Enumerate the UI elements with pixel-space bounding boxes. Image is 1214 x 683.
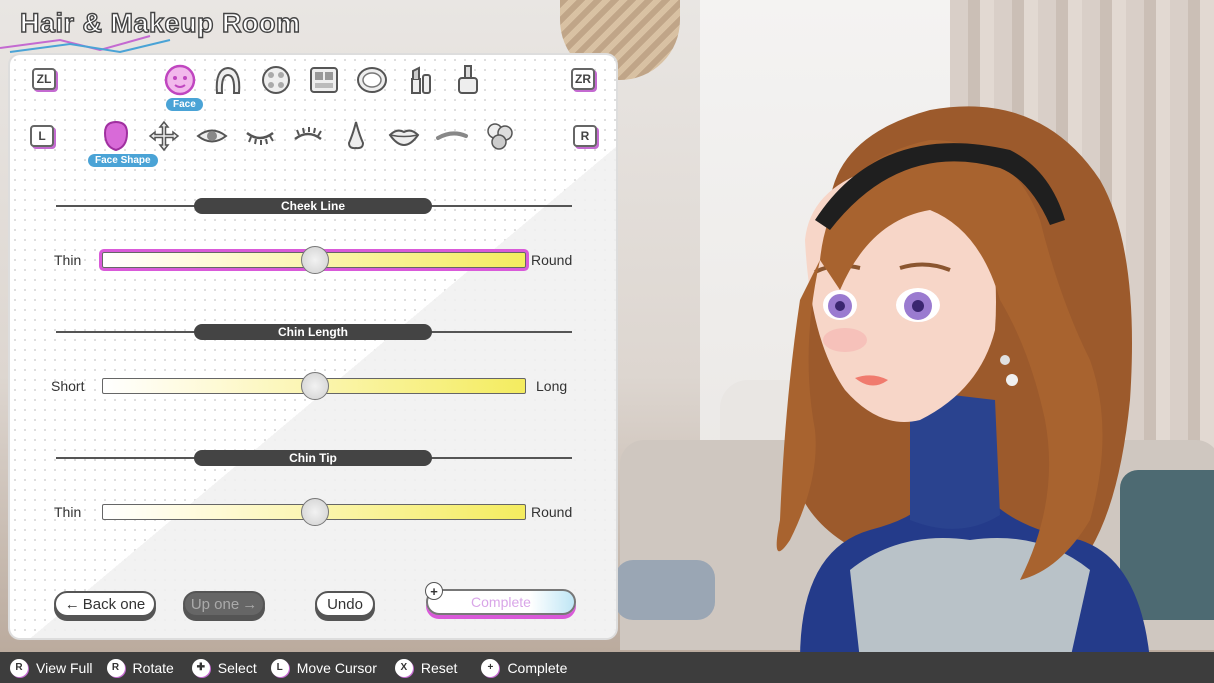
move-icon (148, 120, 180, 152)
up-one-button[interactable]: Up one → (183, 591, 265, 617)
back-one-button[interactable]: ← Back one (54, 591, 156, 617)
makeup-palette-icon (310, 67, 338, 93)
control-rotate[interactable]: R Rotate (106, 658, 174, 677)
right-stick-icon: R (10, 658, 28, 677)
category-hair[interactable] (204, 58, 252, 102)
eyebrow-icon (436, 131, 468, 140)
hair-icon (215, 66, 241, 94)
compact-icon (357, 67, 387, 93)
control-label: View Full (36, 659, 93, 676)
control-label: Reset (420, 659, 458, 676)
character-avatar[interactable] (760, 100, 1180, 660)
nose-icon (347, 121, 365, 150)
subcategory-eyes[interactable] (188, 114, 236, 158)
arrow-right-icon: → (242, 595, 258, 613)
slider-max-label: Round (531, 252, 573, 268)
chin-tip-slider[interactable] (102, 498, 526, 526)
title-decoration (0, 35, 171, 54)
palette-icon (262, 66, 290, 94)
category-label: Face (166, 98, 203, 111)
x-button-icon: X (394, 658, 413, 677)
subcategory-label: Face Shape (88, 154, 158, 167)
control-label: Move Cursor (296, 659, 377, 676)
plus-button-icon: + (481, 658, 500, 677)
slider-min-label: Thin (54, 252, 82, 268)
lipstick-icon (411, 66, 431, 94)
subcategory-upper-lashes[interactable] (284, 114, 332, 158)
nail-polish-icon (458, 65, 478, 94)
eye-icon (196, 129, 228, 143)
edit-panel: ZL ZR L R Face Face Shape Cheek Line Thi… (10, 55, 616, 638)
category-tabs (156, 58, 492, 102)
control-select[interactable]: ✚ Select (191, 658, 257, 677)
subcategory-eyebrows[interactable] (428, 114, 476, 158)
face-icon (164, 64, 196, 96)
lips-icon (388, 129, 420, 147)
subcategory-tabs (92, 114, 524, 158)
category-compact[interactable] (348, 58, 396, 102)
category-face[interactable] (156, 58, 204, 102)
category-lipstick[interactable] (396, 58, 444, 102)
zr-button[interactable]: ZR (571, 68, 595, 90)
section-title-chin-tip: Chin Tip (194, 450, 432, 466)
eyelash-upper-icon (294, 127, 322, 141)
subcategory-lips[interactable] (380, 114, 428, 158)
zl-button[interactable]: ZL (32, 68, 56, 90)
r-button[interactable]: R (573, 125, 597, 147)
control-label: Rotate (132, 659, 174, 676)
back-one-label: Back one (82, 595, 146, 613)
slider-thumb[interactable] (301, 372, 329, 400)
undo-button[interactable]: Undo (315, 591, 375, 617)
control-label: Select (217, 659, 257, 676)
slider-max-label: Round (531, 504, 573, 520)
subcategory-nose[interactable] (332, 114, 380, 158)
slider-max-label: Long (536, 378, 568, 394)
up-one-label: Up one (190, 595, 240, 613)
l-button[interactable]: L (30, 125, 54, 147)
control-view-full[interactable]: R View Full (10, 658, 93, 677)
control-complete[interactable]: + Complete (481, 658, 568, 677)
section-title-chin-length: Chin Length (194, 324, 432, 340)
chin-length-slider[interactable] (102, 372, 526, 400)
control-label: Complete (507, 659, 568, 676)
category-color[interactable] (252, 58, 300, 102)
slider-thumb[interactable] (301, 498, 329, 526)
left-stick-icon: L (270, 658, 289, 677)
slider-thumb[interactable] (301, 246, 329, 274)
slider-min-label: Thin (54, 504, 82, 520)
category-nails[interactable] (444, 58, 492, 102)
subcategory-lower-lashes[interactable] (236, 114, 284, 158)
cheek-line-slider[interactable] (102, 246, 526, 274)
complete-button[interactable]: Complete (426, 589, 576, 615)
section-title-cheek-line: Cheek Line (194, 198, 432, 214)
face-shape-icon (103, 120, 129, 152)
control-move-cursor[interactable]: L Move Cursor (270, 658, 377, 677)
pillow (615, 560, 715, 620)
controls-bar: R View Full R Rotate ✚ Select L Move Cur… (0, 652, 1214, 683)
plus-button-icon: + (425, 582, 443, 600)
subcategory-blush[interactable] (476, 114, 524, 158)
subcategory-position[interactable] (140, 114, 188, 158)
blush-icon (487, 123, 513, 150)
control-reset[interactable]: X Reset (394, 658, 458, 677)
arrow-left-icon: ← (64, 595, 80, 613)
slider-min-label: Short (51, 378, 85, 394)
category-makeup[interactable] (300, 58, 348, 102)
eyelash-lower-icon (246, 131, 274, 145)
right-stick-icon: R (106, 658, 125, 677)
dpad-icon: ✚ (191, 658, 210, 677)
subcategory-face-shape[interactable] (92, 114, 140, 158)
